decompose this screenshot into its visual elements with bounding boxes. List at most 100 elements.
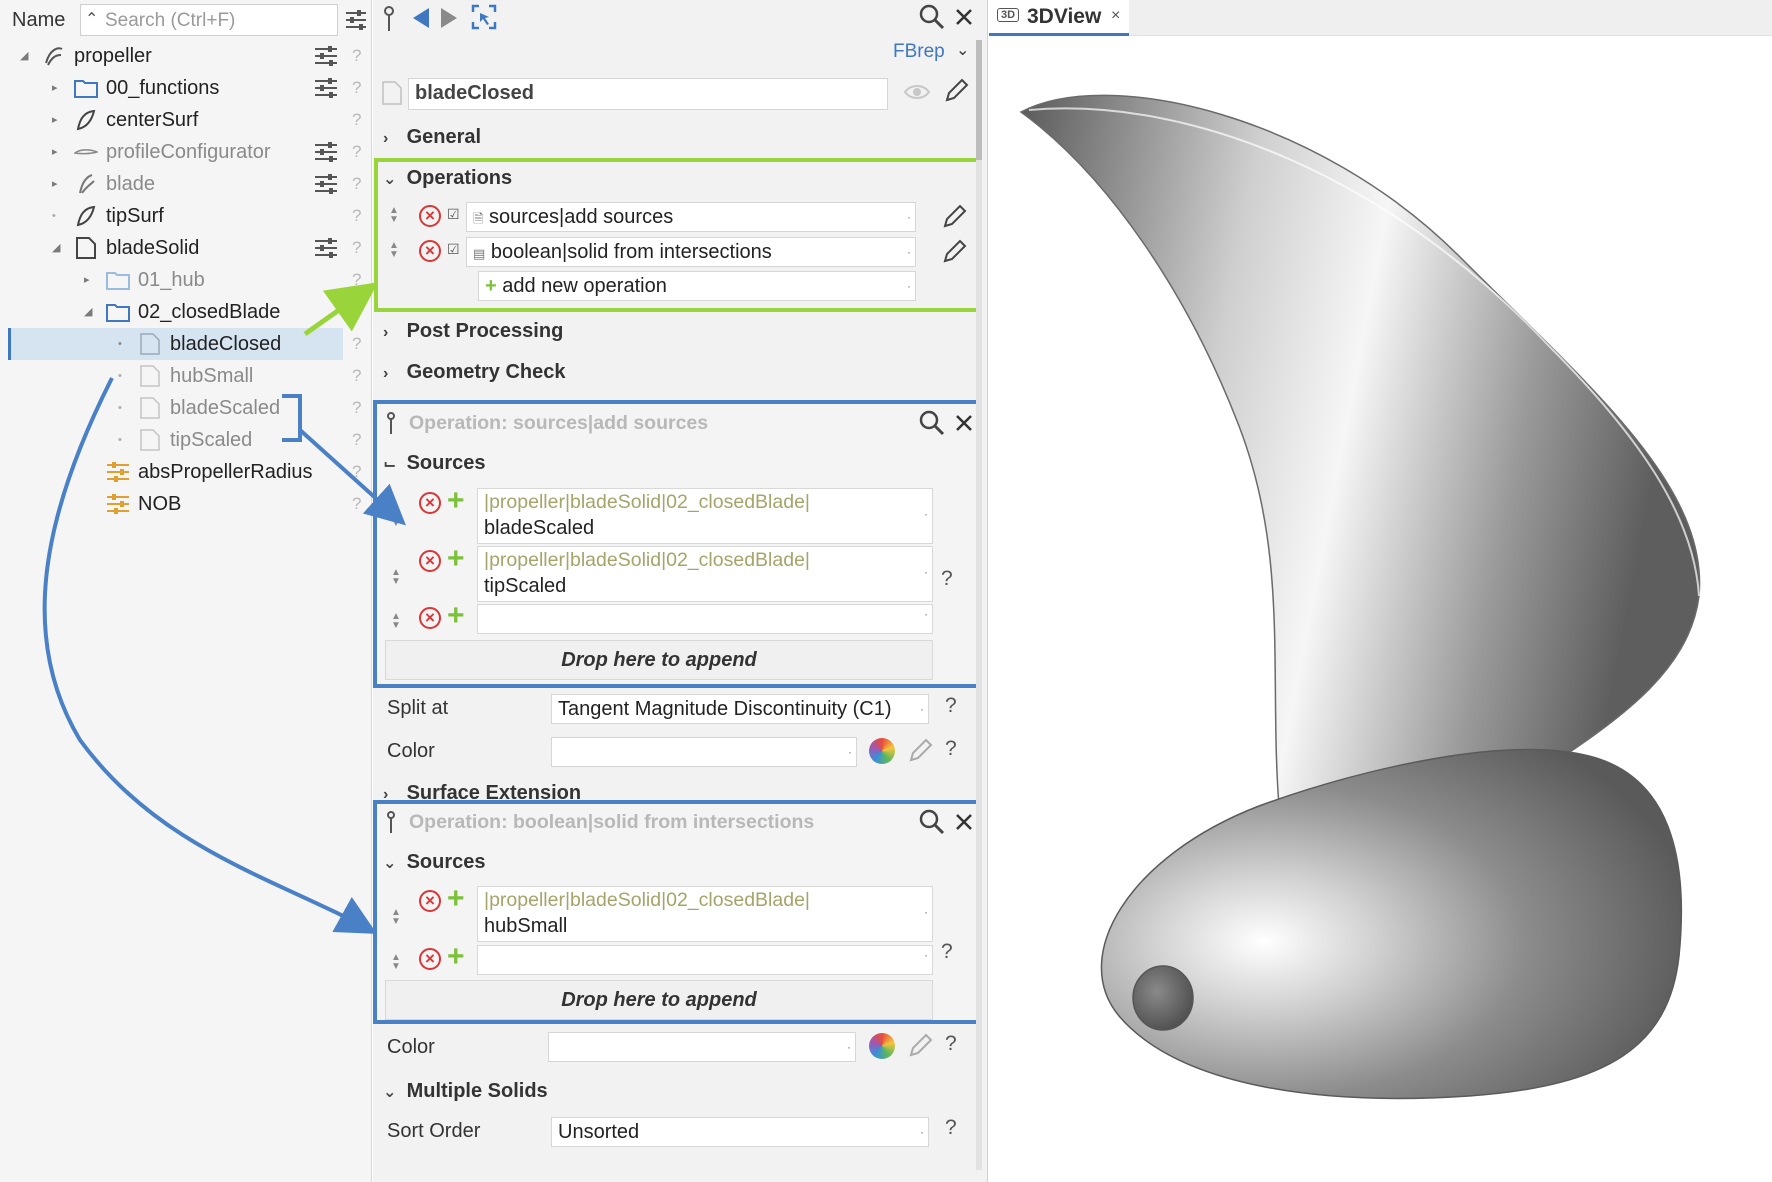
chevron-down-icon[interactable]: ⌄ xyxy=(956,40,969,60)
name-column-header[interactable]: Name xyxy=(12,9,65,32)
tab-title: 3DView xyxy=(1027,5,1102,28)
chevron-right-icon: › xyxy=(383,365,389,382)
help-icon[interactable]: ? xyxy=(352,174,361,194)
tree-item-bladeclosed[interactable]: • bladeClosed xyxy=(0,328,372,360)
dropdown-arrow-icon[interactable]: · xyxy=(847,1033,851,1061)
expanded-arrow-icon[interactable]: ◢ xyxy=(20,40,28,72)
object-tree-panel: Name ⌃ Search (Ctrl+F) ◢ propeller ▸ 00_… xyxy=(0,0,372,1182)
collapsed-arrow-icon[interactable]: ▸ xyxy=(84,264,90,296)
help-icon[interactable]: ? xyxy=(352,334,361,354)
tree-item-centersurf[interactable]: ▸ centerSurf xyxy=(0,104,372,136)
settings-sliders-icon[interactable] xyxy=(314,45,338,67)
help-icon[interactable]: ? xyxy=(352,206,361,226)
split-at-label: Split at xyxy=(387,697,449,719)
3d-view-panel[interactable]: 3D 3DView × xyxy=(989,0,1772,1182)
help-icon[interactable]: ? xyxy=(945,737,957,761)
settings-sliders-icon[interactable] xyxy=(314,77,338,99)
section-post-processing[interactable]: › Post Processing xyxy=(383,320,563,343)
help-icon[interactable]: ? xyxy=(352,270,361,290)
vertical-scrollbar[interactable] xyxy=(976,40,982,1170)
tree-item-bladescaled[interactable]: • bladeScaled xyxy=(0,392,372,424)
tree-item-02-closedblade[interactable]: ◢ 02_closedBlade xyxy=(0,296,372,328)
dropdown-arrow-icon[interactable]: · xyxy=(920,695,924,723)
split-at-dropdown[interactable]: Tangent Magnitude Discontinuity (C1) · xyxy=(551,694,929,724)
section-geometry-check[interactable]: › Geometry Check xyxy=(383,361,566,384)
tree-item-label: 00_functions xyxy=(106,77,220,99)
tree-item-hubsmall[interactable]: • hubSmall xyxy=(0,360,372,392)
help-icon[interactable]: ? xyxy=(352,238,361,258)
back-arrow-icon[interactable] xyxy=(411,6,431,30)
help-icon[interactable]: ? xyxy=(352,78,361,98)
surface-icon xyxy=(76,205,96,227)
collapsed-arrow-icon[interactable]: ▸ xyxy=(52,136,58,168)
color-input[interactable]: · xyxy=(548,1032,856,1062)
forward-arrow-icon[interactable] xyxy=(439,6,459,30)
tree-item-01-hub[interactable]: ▸ 01_hub xyxy=(0,264,372,296)
solid-doc-icon xyxy=(140,365,160,387)
solid-doc-icon xyxy=(140,429,160,451)
select-target-icon[interactable] xyxy=(471,4,497,30)
tab-3dview[interactable]: 3D 3DView × xyxy=(989,0,1129,36)
help-icon[interactable]: ? xyxy=(352,398,361,418)
settings-sliders-icon[interactable] xyxy=(314,173,338,195)
color-wheel-icon[interactable] xyxy=(869,1033,895,1059)
sort-order-dropdown[interactable]: Unsorted · xyxy=(551,1117,929,1147)
solid-doc-icon xyxy=(76,237,96,259)
tree-item-nob[interactable]: NOB xyxy=(0,488,372,520)
tree-search-input[interactable]: ⌃ Search (Ctrl+F) xyxy=(80,4,338,36)
folder-icon xyxy=(106,304,130,322)
section-multiple-solids[interactable]: ⌄ Multiple Solids xyxy=(383,1080,548,1103)
edit-pencil-icon[interactable] xyxy=(943,78,969,104)
parameter-icon xyxy=(107,462,129,482)
tree-item-tipsurf[interactable]: • tipSurf xyxy=(0,200,372,232)
help-icon[interactable]: ? xyxy=(352,462,361,482)
help-icon[interactable]: ? xyxy=(352,46,361,66)
tree-header: Name ⌃ Search (Ctrl+F) xyxy=(0,0,372,40)
expanded-arrow-icon[interactable]: ◢ xyxy=(52,232,60,264)
tree-item-label: tipScaled xyxy=(170,429,253,451)
help-icon[interactable]: ? xyxy=(945,1032,957,1056)
type-label[interactable]: FBrep xyxy=(893,41,945,63)
close-icon[interactable] xyxy=(955,8,973,26)
edit-pencil-icon[interactable] xyxy=(907,736,933,764)
propeller-3d-model[interactable] xyxy=(989,36,1772,1182)
split-at-value: Tangent Magnitude Discontinuity (C1) xyxy=(558,698,892,720)
filter-sliders-icon[interactable] xyxy=(344,8,368,32)
dropdown-arrow-icon[interactable]: · xyxy=(848,738,852,766)
help-icon[interactable]: ? xyxy=(352,110,361,130)
help-icon[interactable]: ? xyxy=(352,366,361,386)
pin-icon[interactable] xyxy=(382,6,396,32)
color-label: Color xyxy=(387,1036,435,1058)
color-input[interactable]: · xyxy=(551,737,857,767)
settings-sliders-icon[interactable] xyxy=(314,141,338,163)
tree-item-abspropellerradius[interactable]: absPropellerRadius xyxy=(0,456,372,488)
visibility-eye-icon[interactable] xyxy=(903,82,931,102)
edit-pencil-icon[interactable] xyxy=(907,1031,933,1059)
tree-item-label: tipSurf xyxy=(106,205,164,227)
expanded-arrow-icon[interactable]: ◢ xyxy=(84,296,92,328)
dropdown-arrow-icon[interactable]: · xyxy=(920,1118,924,1146)
collapsed-arrow-icon[interactable]: ▸ xyxy=(52,72,58,104)
hub-nose-cap xyxy=(1132,965,1194,1031)
color-wheel-icon[interactable] xyxy=(869,738,895,764)
leaf-dot-icon: • xyxy=(52,210,56,222)
section-title: Geometry Check xyxy=(406,361,566,383)
sort-caret-icon[interactable]: ⌃ xyxy=(85,9,98,29)
help-icon[interactable]: ? xyxy=(945,1116,957,1140)
help-icon[interactable]: ? xyxy=(352,494,361,514)
collapsed-arrow-icon[interactable]: ▸ xyxy=(52,168,58,200)
help-icon[interactable]: ? xyxy=(352,430,361,450)
collapsed-arrow-icon[interactable]: ▸ xyxy=(52,104,58,136)
solid-doc-icon xyxy=(382,81,402,105)
help-icon[interactable]: ? xyxy=(945,694,957,718)
help-icon[interactable]: ? xyxy=(352,142,361,162)
tree-item-tipscaled[interactable]: • tipScaled xyxy=(0,424,372,456)
scrollbar-thumb[interactable] xyxy=(976,40,982,160)
settings-sliders-icon[interactable] xyxy=(314,237,338,259)
object-name-field[interactable]: bladeClosed xyxy=(408,78,888,110)
tree-item-label: propeller xyxy=(74,45,152,67)
search-icon[interactable] xyxy=(919,4,945,30)
hub-body xyxy=(1100,748,1683,1100)
tab-close-icon[interactable]: × xyxy=(1111,7,1120,25)
section-general[interactable]: › General xyxy=(383,126,481,149)
